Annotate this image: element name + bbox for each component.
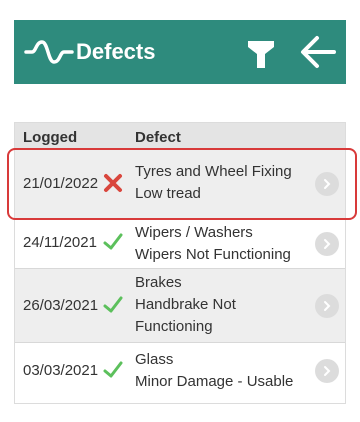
defect-description: Wipers / Washers Wipers Not Functioning (135, 222, 305, 266)
logged-date: 03/03/2021 (23, 362, 99, 379)
back-arrow-icon[interactable] (298, 34, 338, 70)
defect-detail: Minor Damage - Usable (135, 373, 294, 390)
logged-date: 21/01/2022 (23, 175, 99, 192)
page-title: Defects (76, 39, 156, 64)
table-row[interactable]: 24/11/2021 Wipers / Washers Wipers Not F… (15, 219, 345, 269)
x-icon (104, 174, 122, 192)
defect-category: Brakes (135, 274, 182, 291)
table-row[interactable]: 03/03/2021 Glass Minor Damage - Usable (15, 343, 345, 399)
open-row-button[interactable] (315, 232, 339, 256)
defect-detail: Handbrake Not (135, 296, 236, 313)
defects-logo-icon (24, 40, 74, 64)
check-icon (103, 361, 123, 378)
logged-date: 26/03/2021 (23, 297, 99, 314)
defect-description: Brakes Handbrake Not Functioning (135, 272, 305, 338)
table-row[interactable]: 21/01/2022 Tyres and Wheel Fixing Low tr… (15, 149, 345, 219)
open-row-button[interactable] (315, 359, 339, 383)
table-header: Logged Defect (15, 123, 345, 149)
defect-category: Glass (135, 351, 174, 368)
column-header-defect: Defect (135, 129, 181, 146)
column-header-logged: Logged (23, 129, 78, 146)
defect-category: Tyres and Wheel Fixing (135, 163, 292, 180)
table-row[interactable]: 26/03/2021 Brakes Handbrake Not Function… (15, 269, 345, 343)
defect-category: Wipers / Washers (135, 224, 253, 241)
open-row-button[interactable] (315, 294, 339, 318)
defect-description: Tyres and Wheel Fixing Low tread (135, 161, 305, 205)
chevron-right-icon (324, 301, 331, 311)
check-icon (103, 233, 123, 250)
filter-icon[interactable] (246, 38, 276, 70)
defect-detail: Low tread (135, 185, 201, 202)
chevron-right-icon (324, 366, 331, 376)
check-icon (103, 296, 123, 313)
chevron-right-icon (324, 239, 331, 249)
chevron-right-icon (324, 179, 331, 189)
defects-table: Logged Defect 21/01/2022 Tyres and Wheel… (14, 122, 346, 404)
defect-detail: Wipers Not Functioning (135, 246, 291, 263)
open-row-button[interactable] (315, 172, 339, 196)
defect-detail-continued: Functioning (135, 318, 213, 335)
app-header: Defects (14, 20, 346, 84)
defect-description: Glass Minor Damage - Usable (135, 349, 305, 393)
logged-date: 24/11/2021 (23, 234, 97, 251)
